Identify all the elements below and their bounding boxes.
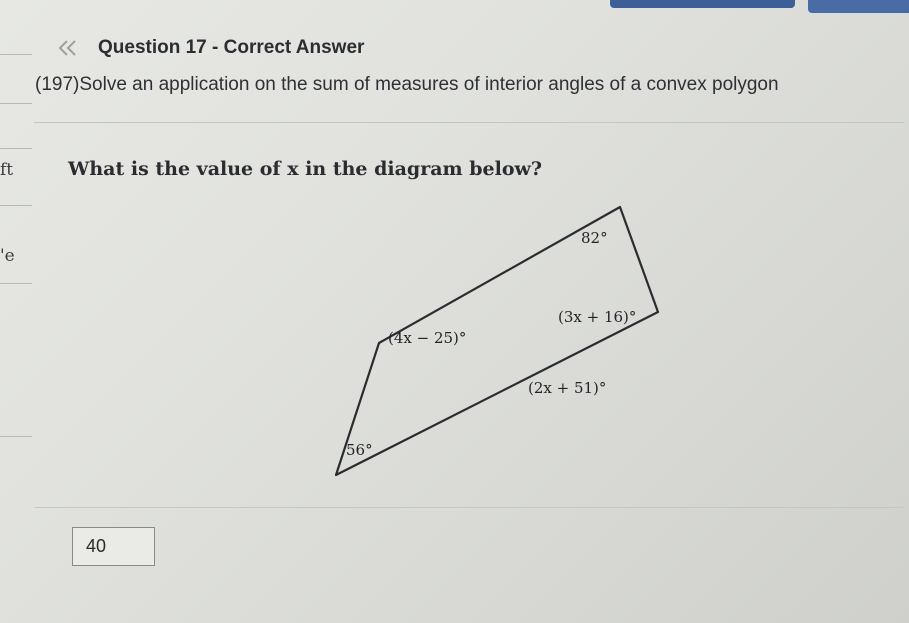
angle-label-bottom-left: 56° [346, 441, 373, 459]
question-title: Question 17 - Correct Answer [98, 37, 365, 58]
angle-label-inner-bottom-right: (2x + 51)° [528, 379, 606, 397]
left-sidebar-edge: ft 'e [0, 0, 34, 623]
sidebar-divider [0, 148, 32, 149]
sidebar-divider [0, 436, 32, 437]
answer-field[interactable]: 40 [72, 527, 155, 566]
sidebar-divider [0, 205, 32, 206]
sidebar-item-fragment[interactable]: 'e [0, 246, 15, 266]
top-nav-accent-bar [610, 0, 795, 8]
question-subtitle: (197)Solve an application on the sum of … [35, 74, 779, 95]
question-prompt: What is the value of x in the diagram be… [68, 158, 542, 180]
sidebar-divider [0, 54, 32, 55]
quadrilateral-diagram: 82° (3x + 16)° (4x − 25)° (2x + 51)° 56° [334, 205, 660, 477]
sidebar-divider [0, 103, 32, 104]
angle-label-top-right: 82° [581, 229, 608, 247]
question-header: Question 17 - Correct Answer [56, 34, 364, 62]
double-chevron-left-icon[interactable] [56, 37, 82, 59]
section-divider [34, 122, 904, 123]
section-divider [34, 507, 904, 508]
angle-label-left-top: (4x − 25)° [388, 329, 466, 347]
top-nav-accent-button[interactable] [808, 0, 909, 13]
quadrilateral-shape [334, 205, 660, 477]
angle-label-right: (3x + 16)° [558, 308, 636, 326]
sidebar-item-fragment[interactable]: ft [0, 160, 13, 180]
sidebar-divider [0, 283, 32, 284]
